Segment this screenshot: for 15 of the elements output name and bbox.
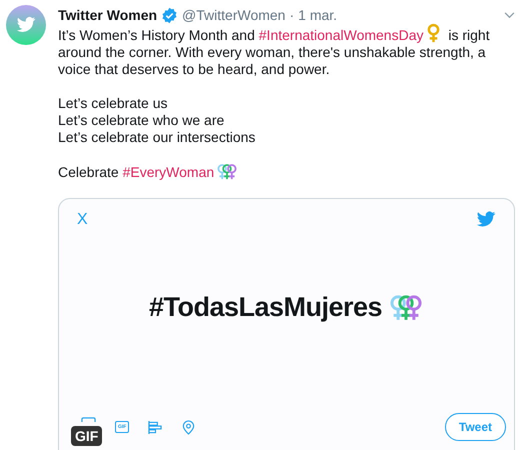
close-mark: X bbox=[77, 211, 88, 229]
author-name[interactable]: Twitter Women bbox=[58, 7, 158, 23]
tweet-line: Let’s celebrate us bbox=[58, 95, 168, 112]
tweet-date[interactable]: 1 mar. bbox=[298, 7, 338, 23]
tweet-line: Let’s celebrate our intersections bbox=[58, 129, 256, 146]
gif-badge: GIF bbox=[71, 426, 102, 446]
hashtag-link[interactable]: #InternationalWomensDay bbox=[258, 27, 424, 43]
headline: #TodasLasMujeres bbox=[148, 292, 382, 322]
author-handle[interactable]: @TwitterWomen bbox=[182, 7, 286, 23]
tweet-text: Celebrate #EveryWoman bbox=[58, 163, 515, 181]
tweet-text: It’s Women’s History Month and #InternationalWomensDay is right around the corner. With every woman, there's unshakable strength, a voice that deserves to be heard, and power. bbox=[58, 23, 515, 78]
tweet-button[interactable]: Tweet bbox=[444, 413, 506, 441]
tweet-line: Let’s celebrate who we are bbox=[58, 112, 226, 129]
separator: · bbox=[289, 7, 294, 23]
hashtag-link[interactable]: #EveryWoman bbox=[122, 164, 214, 180]
